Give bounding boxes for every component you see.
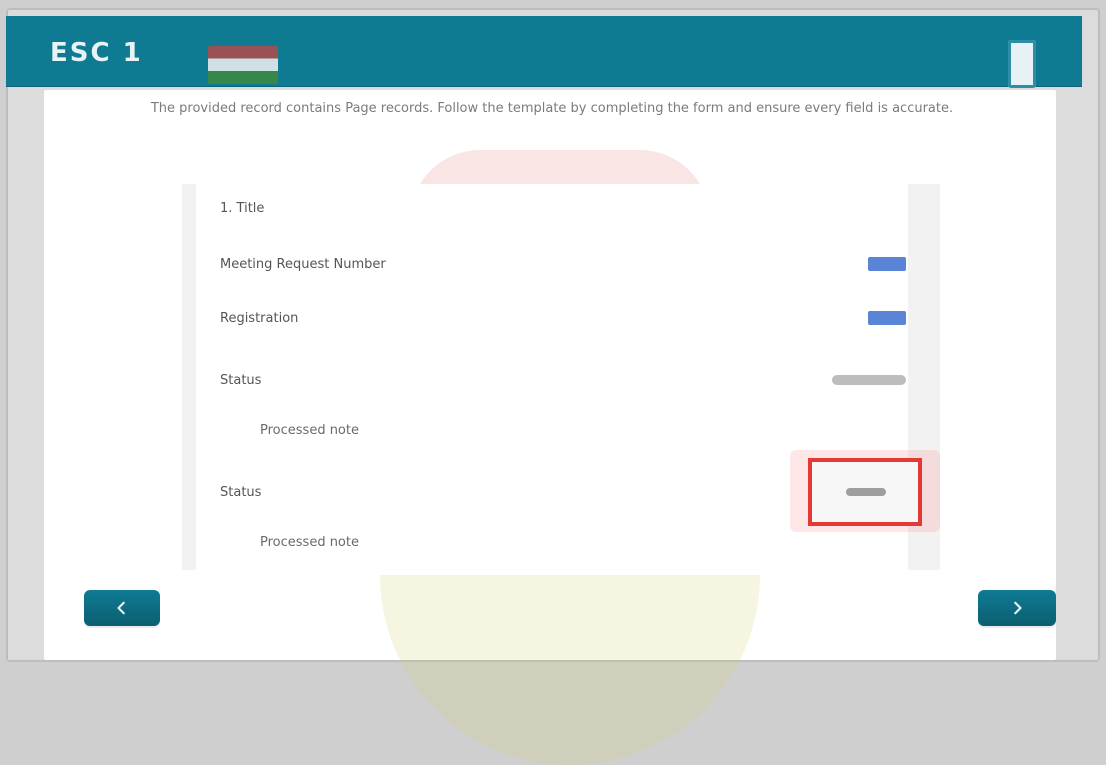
form-row: 1. Title — [220, 196, 906, 220]
form-row: Processed note — [260, 418, 906, 442]
status-field[interactable] — [832, 375, 906, 385]
document-icon[interactable] — [1008, 40, 1036, 88]
status-field-value — [846, 488, 886, 496]
flag-icon — [208, 46, 278, 84]
form-row: Registration — [220, 306, 906, 330]
arrow-left-icon — [115, 601, 129, 615]
form-row: Meeting Request Number — [220, 252, 906, 276]
form-sub-label: Processed note — [260, 422, 359, 438]
form-row: Status — [220, 368, 906, 392]
registration-field[interactable] — [868, 311, 906, 325]
header-bar: ESC 1 — [6, 16, 1082, 88]
form-label: Status — [220, 372, 262, 388]
form-sub-label: Processed note — [260, 534, 359, 550]
next-button[interactable] — [978, 590, 1056, 626]
form-label: Status — [220, 484, 262, 500]
meeting-request-number-field[interactable] — [868, 257, 906, 271]
form-row: Processed note — [260, 530, 906, 554]
arrow-right-icon — [1010, 601, 1024, 615]
page-title: ESC 1 — [50, 38, 143, 68]
form-label: Meeting Request Number — [220, 256, 386, 272]
form-label: 1. Title — [220, 200, 265, 216]
instruction-text: The provided record contains Page record… — [150, 101, 954, 116]
previous-button[interactable] — [84, 590, 160, 626]
form-label: Registration — [220, 310, 299, 326]
decorative-background — [380, 575, 760, 765]
